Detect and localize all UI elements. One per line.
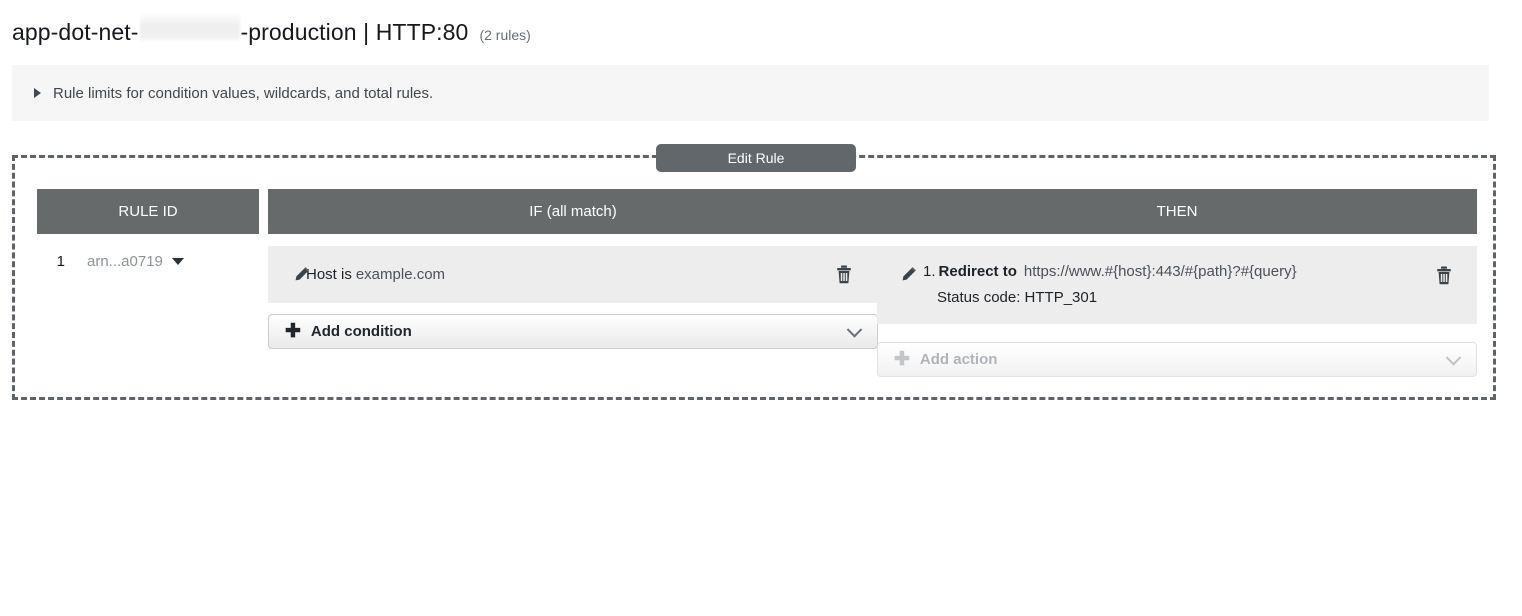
rule-arn-label[interactable]: arn...a0719 — [87, 253, 163, 270]
edit-rule-tab[interactable]: Edit Rule — [656, 144, 856, 172]
column-header-if: IF (all match) — [268, 189, 878, 234]
chevron-down-icon[interactable] — [846, 321, 863, 338]
action-panel: 1. Redirect to https://www.#{host}:443/#{p… — [877, 246, 1477, 324]
action-line-primary: 1. Redirect to https://www.#{host}:443/#{p… — [923, 263, 1297, 280]
add-action-button[interactable]: ✚ Add action — [877, 342, 1477, 377]
add-action-label: Add action — [919, 351, 998, 368]
add-condition-label: Add condition — [310, 323, 412, 340]
pencil-icon[interactable] — [294, 266, 310, 282]
condition-panel: Host is example.com — [268, 246, 878, 303]
page-title-suffix: -production | HTTP:80 — [240, 19, 469, 45]
plus-icon: ✚ — [285, 321, 301, 342]
rule-edit-block: Edit Rule RULE ID IF (all match) THEN 1 … — [12, 144, 1496, 400]
condition-label: Host is — [306, 266, 352, 283]
condition-value: example.com — [355, 266, 446, 283]
add-condition-button[interactable]: ✚ Add condition — [268, 314, 878, 349]
action-status-code: Status code: HTTP_301 — [937, 289, 1098, 306]
caret-down-icon[interactable] — [171, 258, 184, 265]
action-url: https://www.#{host}:443/#{path}?#{query} — [1023, 263, 1297, 280]
redacted-name-block — [139, 14, 240, 40]
plus-icon: ✚ — [894, 349, 910, 370]
action-index: 1. — [923, 263, 936, 280]
column-header-rule-id: RULE ID — [37, 189, 259, 234]
rules-editor-page: app-dot-net- -production | HTTP:80 (2 ru… — [0, 0, 1522, 616]
rule-position: 1 — [56, 253, 65, 270]
triangle-right-icon — [34, 88, 41, 98]
default-rule-row: last HTTP 80: default action This rule c… — [0, 424, 1522, 581]
trash-icon[interactable] — [1435, 266, 1453, 285]
column-header-then: THEN — [877, 189, 1477, 234]
rule-id-cell: 1 arn...a0719 — [37, 253, 259, 270]
pencil-icon[interactable] — [901, 266, 917, 282]
trash-icon[interactable] — [835, 265, 853, 284]
page-title: app-dot-net- -production | HTTP:80 (2 ru… — [12, 14, 531, 46]
rule-limits-label: Rule limits for condition values, wildca… — [53, 84, 434, 102]
chevron-down-icon[interactable] — [1445, 349, 1462, 366]
rules-count: (2 rules) — [479, 27, 531, 43]
rule-limits-expander[interactable]: Rule limits for condition values, wildca… — [12, 65, 1489, 121]
page-title-prefix: app-dot-net- — [12, 19, 139, 45]
action-label: Redirect to — [938, 263, 1017, 280]
condition-text: Host is example.com — [306, 266, 445, 283]
